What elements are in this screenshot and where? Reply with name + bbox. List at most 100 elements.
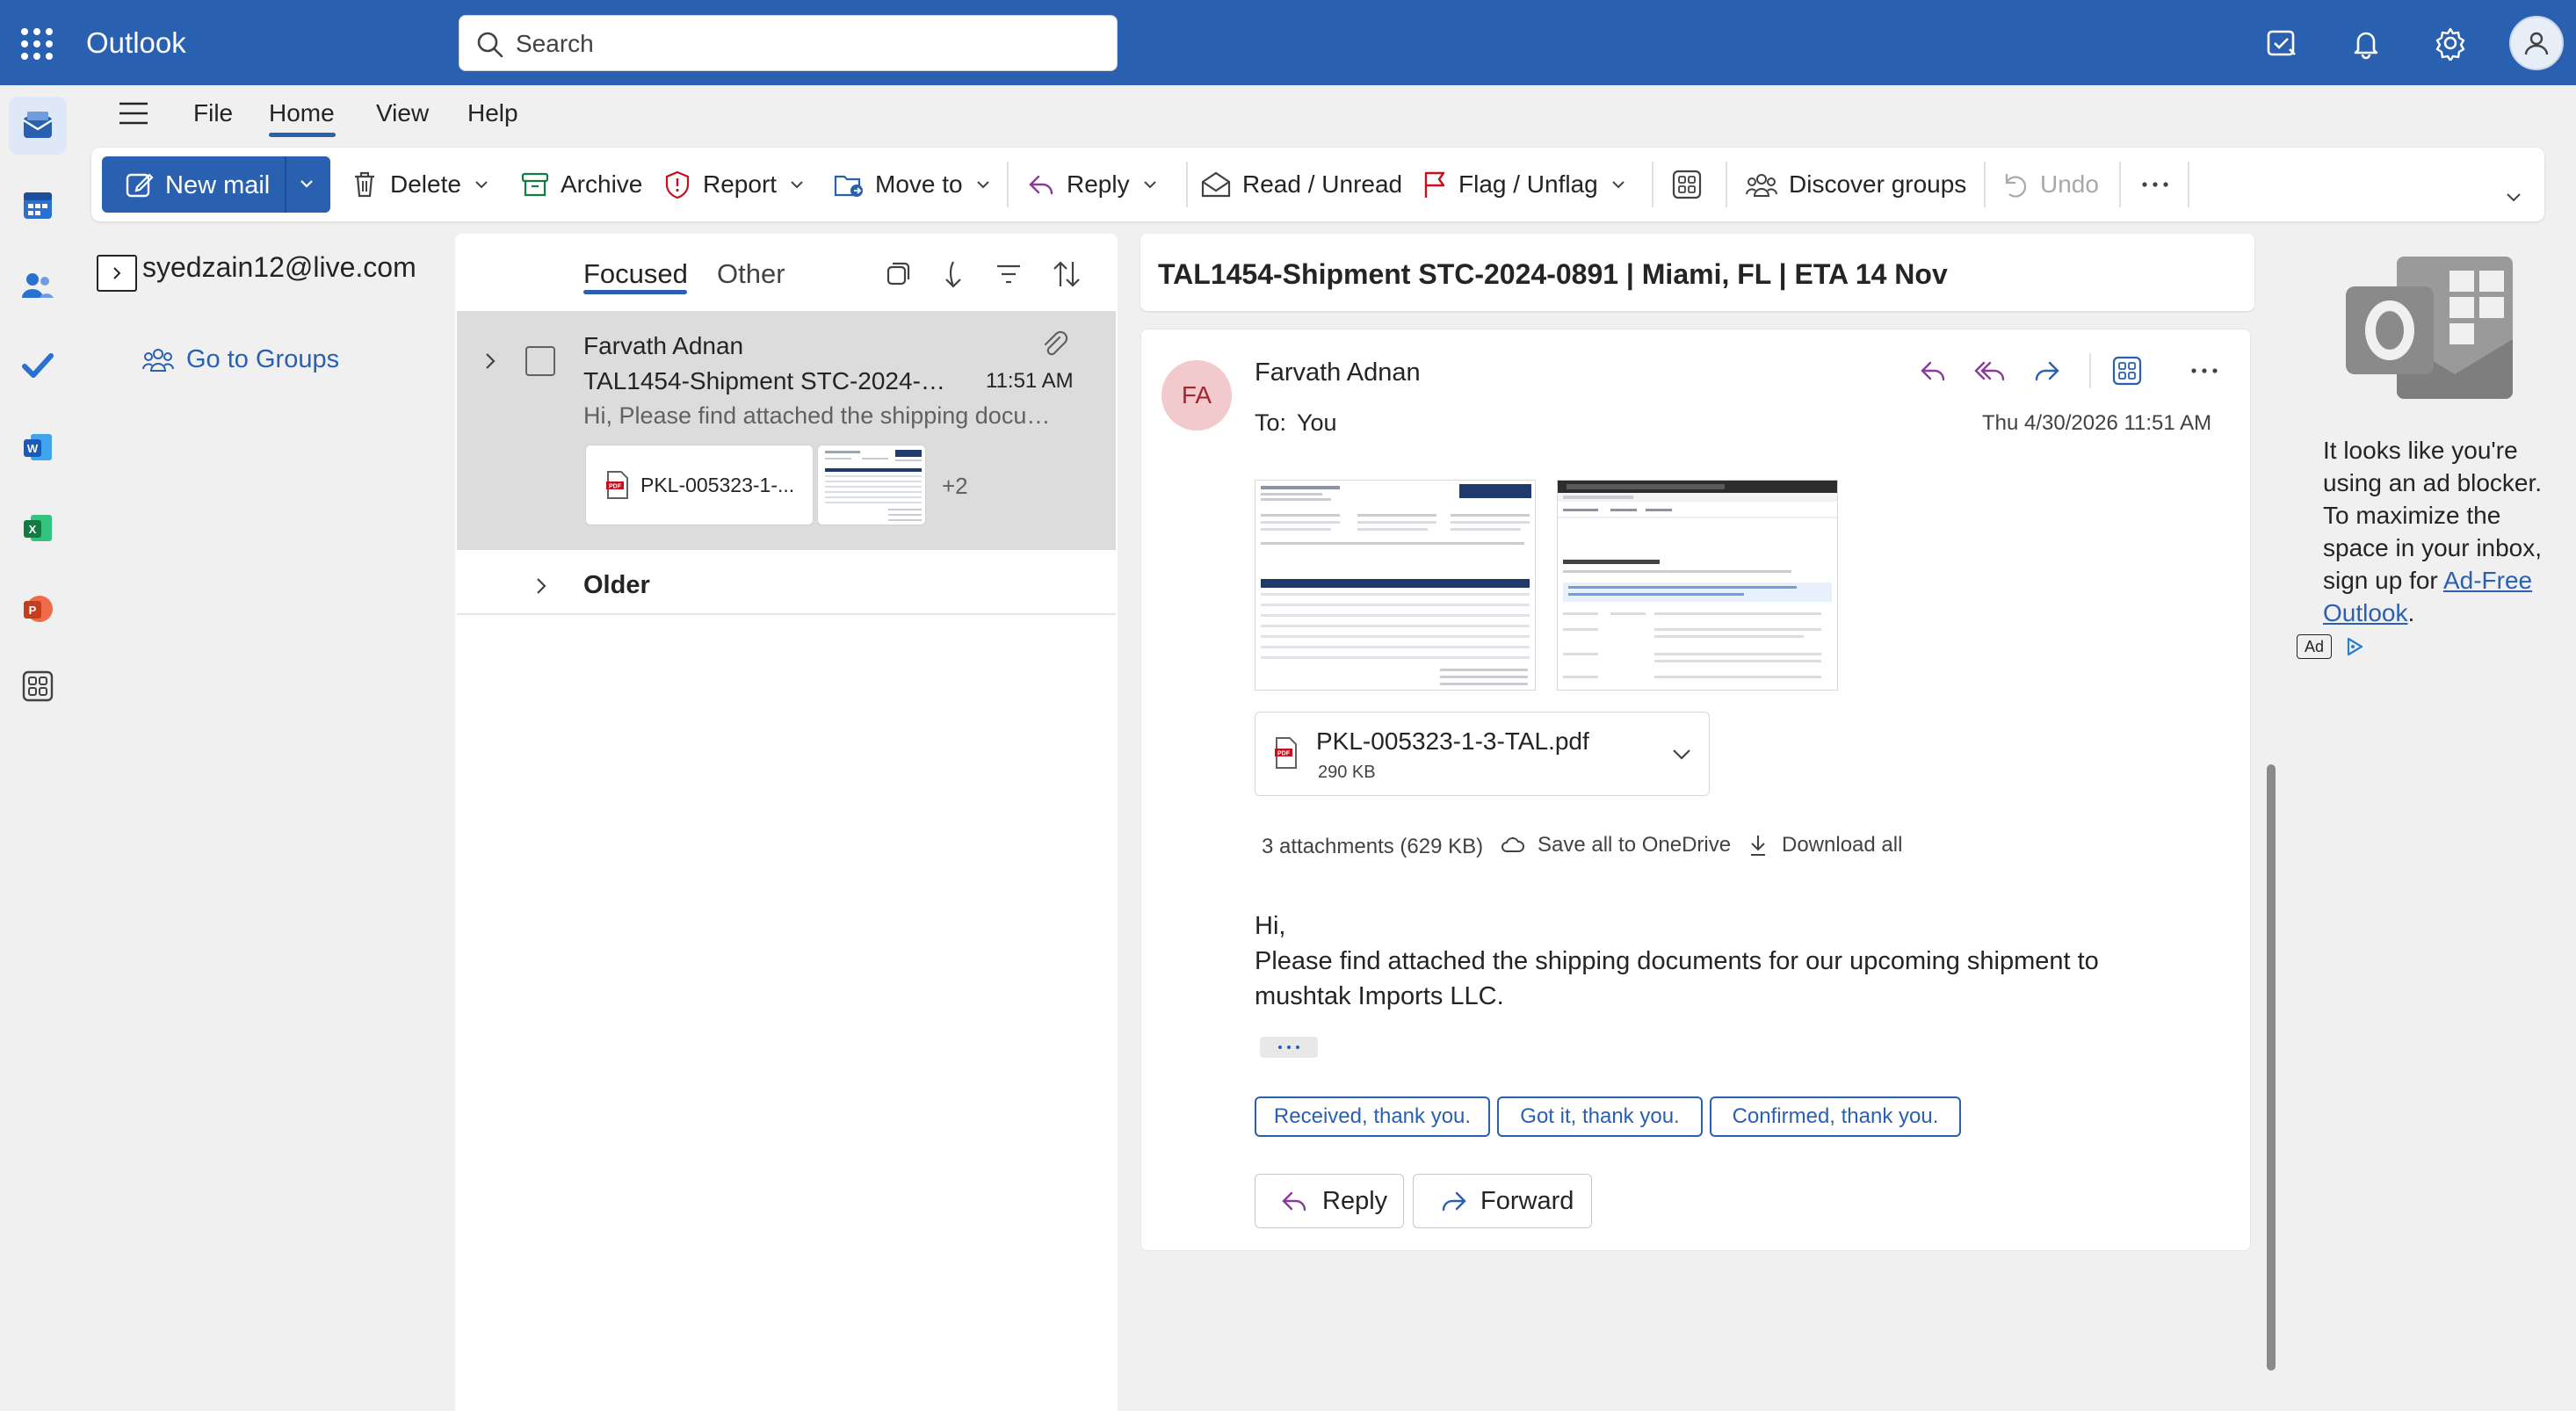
attachment-preview-screenshot[interactable] <box>1557 480 1838 691</box>
search-box[interactable] <box>459 15 1118 71</box>
gear-icon[interactable] <box>2430 23 2471 63</box>
tab-help[interactable]: Help <box>467 99 518 127</box>
tab-view[interactable]: View <box>376 99 429 127</box>
svg-text:PDF: PDF <box>1277 751 1291 757</box>
go-to-groups-label: Go to Groups <box>186 344 340 373</box>
move-to-button[interactable]: Move to <box>833 165 991 204</box>
more-attachments-count[interactable]: +2 <box>942 473 968 500</box>
attachment-name: PKL-005323-1-3-TAL.pdf <box>1316 727 1589 755</box>
tab-home[interactable]: Home <box>269 99 335 127</box>
delete-label: Delete <box>390 170 461 198</box>
chevron-down-icon[interactable] <box>1669 743 1694 764</box>
sender-name[interactable]: Farvath Adnan <box>1255 358 1421 387</box>
attachment-chip[interactable]: PDF PKL-005323-1-... <box>585 445 814 525</box>
hamburger-menu-icon[interactable] <box>118 100 149 127</box>
more-apps-icon[interactable] <box>18 666 58 706</box>
calendar-icon[interactable] <box>18 185 58 225</box>
powerpoint-icon[interactable]: P <box>18 589 58 629</box>
move-to-label: Move to <box>875 170 963 198</box>
message-checkbox[interactable] <box>525 346 555 376</box>
to-label: To: <box>1255 409 1287 436</box>
more-options-button[interactable] <box>2140 165 2170 204</box>
chevron-down-icon[interactable] <box>975 177 991 192</box>
reply-all-icon[interactable] <box>1968 351 2012 390</box>
reply-label: Reply <box>1322 1186 1388 1215</box>
report-button[interactable]: Report <box>662 165 805 204</box>
attachments-summary: 3 attachments (629 KB) <box>1262 835 1484 858</box>
sort-button[interactable] <box>1047 255 1086 293</box>
more-horizontal-icon[interactable] <box>2182 351 2226 390</box>
select-mode-button[interactable] <box>879 255 917 293</box>
todo-icon[interactable] <box>18 346 58 387</box>
older-group-header[interactable] <box>457 559 1116 615</box>
reading-pane-scrollbar[interactable] <box>2267 764 2276 1371</box>
account-avatar[interactable] <box>2509 16 2564 70</box>
tab-other[interactable]: Other <box>717 258 785 290</box>
attachment-thumbnail[interactable] <box>817 445 926 525</box>
svg-text:W: W <box>27 442 39 455</box>
apps-grid-icon[interactable] <box>2105 351 2149 390</box>
show-quoted-text-button[interactable] <box>1260 1037 1318 1058</box>
search-icon <box>475 30 505 60</box>
excel-icon[interactable]: X <box>18 508 58 548</box>
archive-icon <box>520 170 550 199</box>
search-input[interactable] <box>516 28 1087 60</box>
undo-button[interactable]: Undo <box>2001 165 2099 204</box>
app-launcher-icon[interactable] <box>18 25 54 62</box>
archive-button[interactable]: Archive <box>520 165 642 204</box>
recipient[interactable]: You <box>1297 409 1337 437</box>
people-icon[interactable] <box>18 265 58 306</box>
flag-button[interactable]: Flag / Unflag <box>1422 165 1626 204</box>
app-title[interactable]: Outlook <box>86 26 186 60</box>
go-to-groups-link[interactable]: Go to Groups <box>141 344 339 374</box>
bell-icon[interactable] <box>2346 23 2386 63</box>
reply-button[interactable]: Reply <box>1255 1174 1404 1228</box>
groups-icon <box>141 344 176 374</box>
chevron-down-icon[interactable] <box>299 176 315 192</box>
ribbon-expand-button[interactable] <box>2504 177 2523 216</box>
quick-reply-button[interactable]: Confirmed, thank you. <box>1710 1096 1961 1137</box>
tab-file[interactable]: File <box>193 99 233 127</box>
delete-button[interactable]: Delete <box>350 165 489 204</box>
apps-button[interactable] <box>1671 165 1703 204</box>
message-time: 11:51 AM <box>986 369 1074 393</box>
account-expand-toggle[interactable] <box>97 255 137 292</box>
jump-to-button[interactable] <box>933 255 972 293</box>
mail-icon[interactable] <box>18 105 58 146</box>
read-unread-button[interactable]: Read / Unread <box>1200 165 1402 204</box>
chevron-right-icon[interactable] <box>480 348 503 374</box>
word-icon[interactable]: W <box>18 427 58 467</box>
forward-icon[interactable] <box>2024 351 2068 390</box>
chevron-down-icon[interactable] <box>1610 177 1626 192</box>
discover-groups-label: Discover groups <box>1789 170 1967 198</box>
archive-label: Archive <box>561 170 643 198</box>
save-all-label: Save all to OneDrive <box>1538 833 1732 857</box>
attachment-preview-pdf[interactable] <box>1255 480 1536 691</box>
email-subject: TAL1454-Shipment STC-2024-0891 | Miami, … <box>1158 258 1948 290</box>
svg-text:P: P <box>29 604 37 617</box>
my-day-icon[interactable] <box>2261 23 2302 63</box>
ad-badge: Ad <box>2297 634 2332 659</box>
reply-icon[interactable] <box>1912 351 1956 390</box>
older-group-label: Older <box>583 571 650 599</box>
email-body-line: Hi, <box>1255 912 1286 940</box>
chevron-down-icon[interactable] <box>1142 177 1158 192</box>
attachment-size: 290 KB <box>1318 763 1376 782</box>
quick-reply-button[interactable]: Got it, thank you. <box>1497 1096 1703 1137</box>
new-mail-button[interactable]: New mail <box>102 156 330 213</box>
chevron-down-icon[interactable] <box>789 177 805 192</box>
save-all-onedrive-button[interactable]: Save all to OneDrive <box>1501 833 1731 857</box>
sender-avatar[interactable]: FA <box>1161 360 1232 431</box>
download-all-button[interactable]: Download all <box>1748 833 1902 857</box>
reply-button[interactable]: Reply <box>1026 165 1158 204</box>
filter-button[interactable] <box>989 255 1028 293</box>
toolbar-divider <box>1007 162 1009 207</box>
quick-reply-button[interactable]: Received, thank you. <box>1255 1096 1490 1137</box>
discover-groups-button[interactable]: Discover groups <box>1745 165 1966 204</box>
account-name[interactable]: syedzain12@live.com <box>142 251 416 284</box>
tab-focused[interactable]: Focused <box>583 258 688 290</box>
chevron-down-icon[interactable] <box>474 177 489 192</box>
toolbar-divider <box>2119 162 2121 207</box>
forward-button[interactable]: Forward <box>1413 1174 1592 1228</box>
ad-choices-icon[interactable] <box>2344 636 2365 657</box>
